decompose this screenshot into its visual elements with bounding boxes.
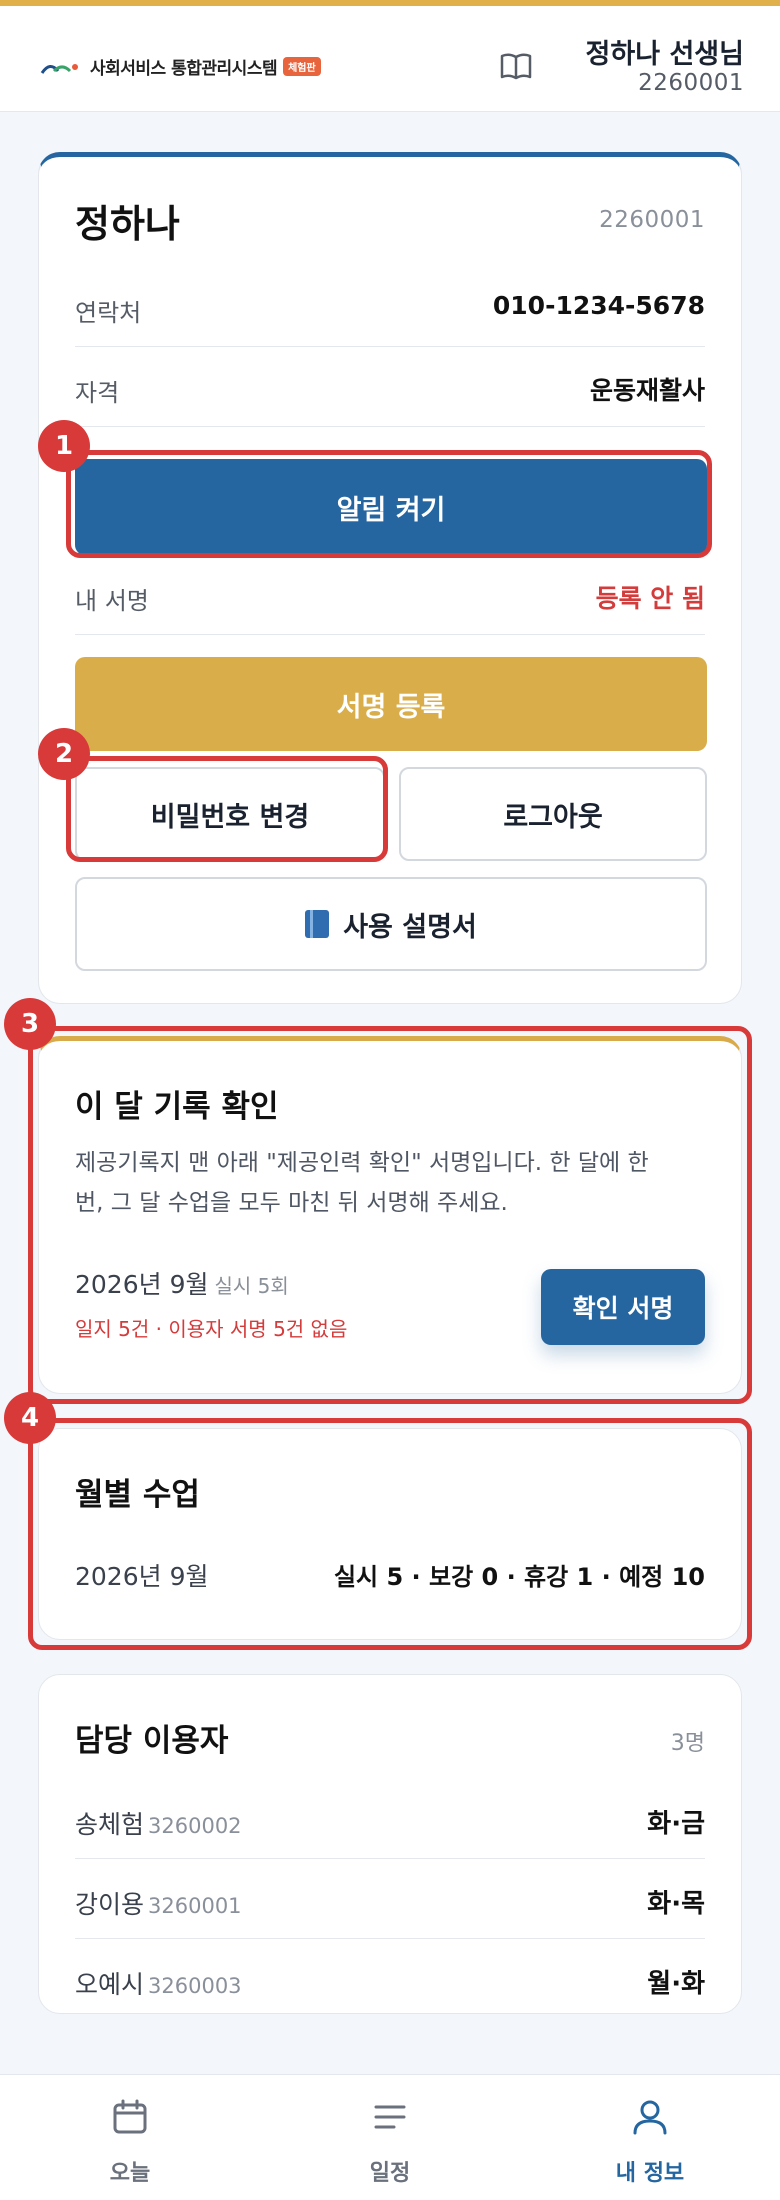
register-signature-button[interactable]: 서명 등록 <box>75 657 707 751</box>
client-id: 3260003 <box>148 1974 242 1998</box>
clients-card: 담당 이용자 3명 송체험 3260002 화·금 강이용 3260001 화·목 … <box>38 1674 742 2014</box>
annotation-badge-3: 3 <box>4 998 56 1050</box>
qualification-value: 운동재활사 <box>589 376 705 405</box>
nav-my-info-label: 내 정보 <box>615 2161 685 2186</box>
client-name: 오예시 <box>75 1970 145 1999</box>
nav-schedule[interactable]: 일정 <box>260 2075 520 2200</box>
nav-today[interactable]: 오늘 <box>0 2075 260 2200</box>
client-row[interactable]: 송체험 3260002 화·금 <box>75 1779 705 1859</box>
user-manual-label: 사용 설명서 <box>343 911 477 943</box>
highlight-box-1 <box>66 450 712 558</box>
annotation-badge-4: 4 <box>4 1392 56 1444</box>
highlight-box-4 <box>28 1418 752 1650</box>
client-days: 화·목 <box>647 1889 705 1919</box>
highlight-box-2 <box>66 756 388 862</box>
app-logo[interactable]: 사회서비스 통합관리시스템 체험판 <box>40 54 321 79</box>
book-icon[interactable] <box>498 48 534 84</box>
person-icon <box>633 2100 667 2135</box>
bottom-nav: 오늘 일정 내 정보 <box>0 2074 780 2200</box>
nav-today-label: 오늘 <box>109 2161 151 2186</box>
user-manual-button[interactable]: 사용 설명서 <box>75 877 707 971</box>
client-id: 3260002 <box>148 1814 242 1838</box>
qualification-row: 자격 운동재활사 <box>75 347 705 427</box>
contact-value: 010-1234-5678 <box>492 291 705 320</box>
logout-button[interactable]: 로그아웃 <box>399 767 707 861</box>
signature-status: 등록 안 됨 <box>595 584 705 613</box>
annotation-badge-1: 1 <box>38 420 90 472</box>
client-name: 송체험 <box>75 1810 145 1839</box>
header-user-name: 정하나 선생님 <box>585 39 744 70</box>
client-days: 화·금 <box>647 1809 705 1839</box>
profile-id: 2260001 <box>599 207 705 233</box>
contact-label: 연락처 <box>75 299 142 327</box>
clients-count: 3명 <box>670 1731 705 1756</box>
profile-card: 정하나 2260001 연락처 010-1234-5678 자격 운동재활사 알… <box>38 152 742 1004</box>
calendar-icon <box>113 2099 147 2134</box>
app-name: 사회서비스 통합관리시스템 <box>90 59 278 79</box>
top-bar: 사회서비스 통합관리시스템 체험판 정하나 선생님 2260001 <box>0 0 780 112</box>
annotation-badge-2: 2 <box>38 728 90 780</box>
list-icon <box>374 2105 406 2129</box>
manual-book-icon <box>305 910 330 938</box>
qualification-label: 자격 <box>75 379 120 407</box>
header-user-id: 2260001 <box>638 70 744 96</box>
client-name: 강이용 <box>75 1890 145 1919</box>
signature-label: 내 서명 <box>75 587 149 615</box>
nav-my-info[interactable]: 내 정보 <box>520 2075 780 2200</box>
client-row[interactable]: 오예시 3260003 월·화 <box>75 1939 705 2019</box>
contact-row: 연락처 010-1234-5678 <box>75 267 705 347</box>
signature-row: 내 서명 등록 안 됨 <box>75 555 705 635</box>
highlight-box-3 <box>28 1026 752 1404</box>
client-row[interactable]: 강이용 3260001 화·목 <box>75 1859 705 1939</box>
client-days: 월·화 <box>647 1969 705 1999</box>
logo-mark-icon <box>40 63 78 74</box>
profile-name: 정하나 <box>75 202 180 246</box>
demo-badge: 체험판 <box>283 57 321 76</box>
client-id: 3260001 <box>148 1894 242 1918</box>
clients-title: 담당 이용자 <box>75 1723 229 1759</box>
nav-schedule-label: 일정 <box>369 2161 411 2186</box>
